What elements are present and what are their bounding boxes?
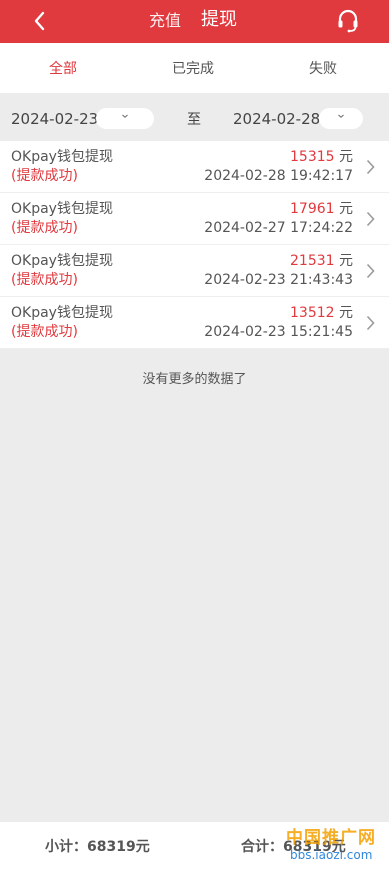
record-amount: 21531 [290,253,335,269]
record-title: OKpay钱包提现 [11,149,113,165]
chevron-down-icon [338,114,344,118]
list-item[interactable]: OKpay钱包提现 (提款成功) 15315 元 2024-02-28 19:4… [0,141,389,193]
record-status: (提款成功) [11,168,78,184]
record-amount-line: 17961 元 [290,201,353,218]
record-amount: 13512 [290,305,335,321]
record-time: 2024-02-23 21:43:43 [204,272,353,288]
tab-withdraw[interactable]: 提现 [201,10,237,30]
record-time: 2024-02-28 19:42:17 [204,168,353,184]
watermark-url: bbs.iaozi.com [290,848,373,862]
end-date[interactable]: 2024-02-28 [233,110,320,128]
start-date[interactable]: 2024-02-23 [11,110,98,128]
site-watermark: 中国推广网 bbs.iaozi.com [286,821,386,867]
list-item[interactable]: OKpay钱包提现 (提款成功) 13512 元 2024-02-23 15:2… [0,297,389,349]
tab-completed[interactable]: 已完成 [172,61,214,77]
start-date-picker[interactable] [96,108,154,129]
status-tab-bar: 全部 已完成 失败 [0,43,389,93]
record-time: 2024-02-23 15:21:45 [204,324,353,340]
top-header: 充值 提现 [0,0,389,43]
record-amount: 17961 [290,201,335,217]
record-status: (提款成功) [11,324,78,340]
date-separator: 至 [187,112,201,128]
header-tabs: 充值 提现 [0,0,389,43]
end-date-picker[interactable] [319,108,363,129]
chevron-right-icon [366,315,375,331]
record-amount-line: 15315 元 [290,149,353,166]
tab-all[interactable]: 全部 [49,61,77,77]
tab-recharge[interactable]: 充值 [149,11,181,31]
tab-failed[interactable]: 失败 [309,61,337,77]
record-title: OKpay钱包提现 [11,305,113,321]
date-filter: 2024-02-23 至 2024-02-28 [0,93,389,141]
record-amount-line: 13512 元 [290,305,353,322]
record-title: OKpay钱包提现 [11,201,113,217]
record-unit: 元 [339,253,353,269]
headset-icon[interactable] [336,8,360,34]
chevron-down-icon [122,114,128,118]
record-amount: 15315 [290,149,335,165]
no-more-data-text: 没有更多的数据了 [142,372,247,387]
chevron-right-icon [366,159,375,175]
record-status: (提款成功) [11,272,78,288]
record-unit: 元 [339,149,353,165]
record-amount-line: 21531 元 [290,253,353,270]
record-unit: 元 [339,305,353,321]
subtotal: 小计：68319元 [45,839,150,855]
record-time: 2024-02-27 17:24:22 [204,220,353,236]
chevron-right-icon [366,211,375,227]
list-item[interactable]: OKpay钱包提现 (提款成功) 17961 元 2024-02-27 17:2… [0,193,389,245]
record-title: OKpay钱包提现 [11,253,113,269]
chevron-right-icon [366,263,375,279]
watermark-title: 中国推广网 [286,828,376,848]
record-list: OKpay钱包提现 (提款成功) 15315 元 2024-02-28 19:4… [0,141,389,349]
withdraw-records-page: 充值 提现 全部 已完成 失败 2024-02-23 至 2024-02-28 [0,0,389,872]
list-item[interactable]: OKpay钱包提现 (提款成功) 21531 元 2024-02-23 21:4… [0,245,389,297]
record-unit: 元 [339,201,353,217]
record-status: (提款成功) [11,220,78,236]
